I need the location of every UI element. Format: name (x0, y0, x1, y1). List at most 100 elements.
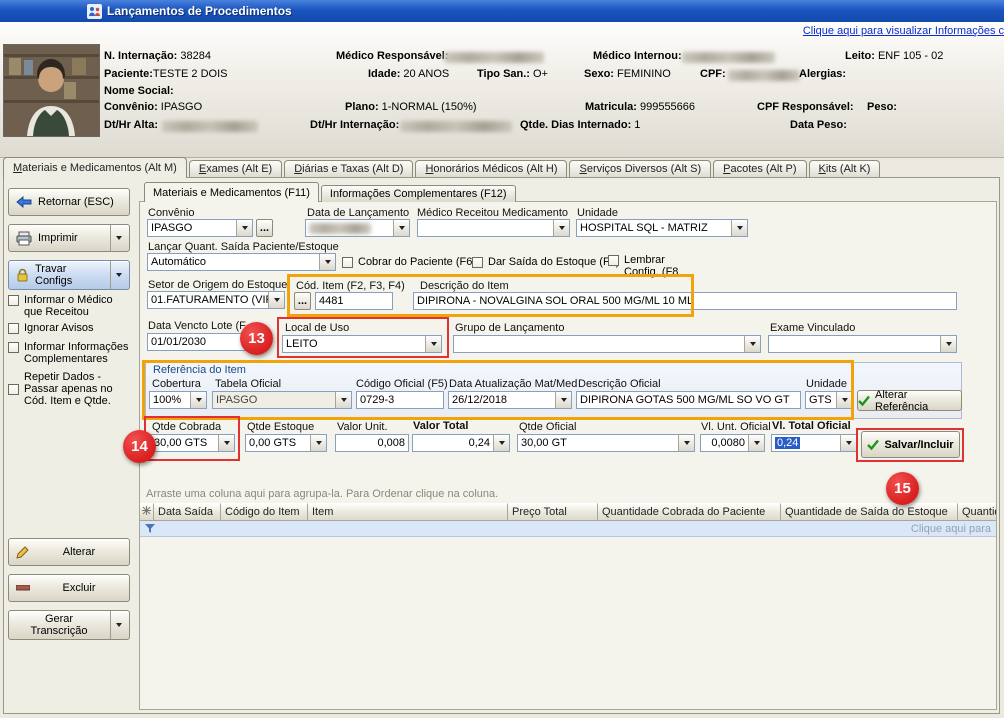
tab-honorarios-medicos[interactable]: Honorários Médicos (Alt H) (415, 160, 567, 178)
grid-col-preco-total[interactable]: Preço Total (508, 503, 598, 521)
grupo-lancamento-label: Grupo de Lançamento (455, 322, 564, 334)
tab-materiais-medicamentos[interactable]: Materiais e Medicamentos (Alt M) (3, 157, 187, 178)
valor-total-select[interactable]: 0,24 (412, 434, 510, 452)
descricao-oficial-input[interactable]: DIPIRONA GOTAS 500 MG/ML SO VO GT (576, 391, 801, 409)
data-atualizacao-label: Data Atualização Mat/Med (449, 378, 577, 390)
window-title: Lançamentos de Procedimentos (107, 4, 292, 18)
chevron-down-icon[interactable] (493, 435, 509, 451)
checkbox-cobrar-paciente[interactable]: Cobrar do Paciente (F6) (342, 256, 476, 268)
retornar-button[interactable]: Retornar (ESC) (8, 188, 130, 216)
local-uso-select[interactable]: LEITO (282, 335, 442, 353)
tab-pacotes[interactable]: Pacotes (Alt P) (713, 160, 806, 178)
tab-exames[interactable]: Exames (Alt E) (189, 160, 282, 178)
filter-icon[interactable] (145, 524, 155, 533)
cod-item-input[interactable]: 4481 (315, 292, 393, 310)
exame-vinculado-select[interactable] (768, 335, 957, 353)
checkbox-lembrar-config[interactable]: Lembrar Config. (F8 (608, 254, 698, 278)
chevron-down-icon[interactable] (310, 435, 326, 451)
cod-item-browse-button[interactable]: ... (294, 292, 311, 310)
checkbox-dar-saida[interactable]: Dar Saída do Estoque (F7) (472, 256, 619, 268)
qtde-estoque-select[interactable]: 0,00 GTS (245, 434, 327, 452)
chevron-down-icon[interactable] (335, 392, 351, 408)
annotation-step-15: 15 (886, 472, 919, 505)
checkbox-ignorar-avisos-box[interactable] (8, 323, 19, 334)
qtde-oficial-select[interactable]: 30,00 GT (517, 434, 695, 452)
tab-servicos-diversos[interactable]: Serviços Diversos (Alt S) (569, 160, 711, 178)
checkbox-cobrar-paciente-box[interactable] (342, 257, 353, 268)
vl-total-oficial-input[interactable]: 0,24 (771, 434, 857, 452)
checkbox-lembrar-config-box[interactable] (608, 255, 619, 266)
gerar-transcricao-dropdown-arrow[interactable] (110, 611, 122, 639)
tab-materiais-f11[interactable]: Materiais e Medicamentos (F11) (144, 182, 319, 202)
chevron-down-icon[interactable] (731, 220, 747, 236)
data-atualizacao-select[interactable]: 26/12/2018 (448, 391, 572, 409)
chevron-down-icon[interactable] (190, 392, 206, 408)
grid-corner-icon[interactable] (140, 503, 154, 521)
chevron-down-icon[interactable] (393, 220, 409, 236)
codigo-oficial-input[interactable]: 0729-3 (356, 391, 444, 409)
descricao-item-input[interactable]: DIPIRONA - NOVALGINA SOL ORAL 500 MG/ML … (413, 292, 957, 310)
convenio-browse-button[interactable]: ... (256, 219, 273, 237)
field-dthr-internacao: Dt/Hr Internação: (310, 119, 399, 131)
convenio-select[interactable]: IPASGO (147, 219, 253, 237)
grupo-lancamento-select[interactable] (453, 335, 761, 353)
imprimir-button[interactable]: Imprimir (8, 224, 130, 252)
chevron-down-icon[interactable] (425, 336, 441, 352)
grid-col-data-saida[interactable]: Data Saída (154, 503, 221, 521)
checkbox-informar-medico-box[interactable] (8, 295, 19, 306)
checkbox-informar-informacoes[interactable]: Informar Informações Complementares (8, 341, 130, 365)
alterar-button[interactable]: Alterar (8, 538, 130, 566)
data-vencto-input[interactable]: 01/01/2030 (147, 333, 247, 351)
chevron-down-icon[interactable] (268, 292, 284, 308)
checkbox-repetir-dados[interactable]: Repetir Dados - Passar apenas no Cód. It… (8, 371, 130, 407)
tabela-oficial-select[interactable]: IPASGO (212, 391, 352, 409)
medico-receitou-select[interactable] (417, 219, 570, 237)
unidade-oficial-select[interactable]: GTS (805, 391, 853, 409)
setor-origem-select[interactable]: 01.FATURAMENTO (VIRT (147, 291, 285, 309)
salvar-incluir-button[interactable]: Salvar/Incluir (861, 431, 960, 458)
grid-col-qtd-sa[interactable]: Quantidade de Sa (958, 503, 996, 521)
travar-configs-button[interactable]: Travar Configs (8, 260, 130, 290)
travar-configs-dropdown-arrow[interactable] (110, 261, 122, 289)
vl-unt-oficial-select[interactable]: 0,0080 (700, 434, 765, 452)
chevron-down-icon[interactable] (840, 435, 856, 451)
informacoes-link[interactable]: Clique aqui para visualizar Informações … (803, 25, 1004, 37)
chevron-down-icon[interactable] (555, 392, 571, 408)
chevron-down-icon[interactable] (319, 254, 335, 270)
inner-tab-bar: Materiais e Medicamentos (F11) Informaçõ… (144, 182, 518, 202)
chevron-down-icon[interactable] (218, 435, 234, 451)
checkbox-dar-saida-box[interactable] (472, 257, 483, 268)
checkbox-informar-medico[interactable]: Informar o Médico que Receitou (8, 294, 130, 318)
chevron-down-icon[interactable] (748, 435, 764, 451)
grid-col-qtd-cobrada[interactable]: Quantidade Cobrada do Paciente (598, 503, 781, 521)
checkbox-ignorar-avisos[interactable]: Ignorar Avisos (8, 322, 130, 334)
chevron-down-icon[interactable] (678, 435, 694, 451)
valor-unit-input[interactable]: 0,008 (335, 434, 409, 452)
chevron-down-icon[interactable] (836, 392, 852, 408)
checkbox-repetir-dados-box[interactable] (8, 384, 19, 395)
chevron-down-icon[interactable] (236, 220, 252, 236)
tab-informacoes-f12[interactable]: Informações Complementares (F12) (321, 185, 516, 202)
tab-diarias-taxas[interactable]: Diárias e Taxas (Alt D) (284, 160, 413, 178)
grid-col-codigo-item[interactable]: Código do Item (221, 503, 308, 521)
chevron-down-icon[interactable] (744, 336, 760, 352)
grid-col-item[interactable]: Item (308, 503, 508, 521)
lancar-quant-select[interactable]: Automático (147, 253, 336, 271)
checkbox-informar-informacoes-box[interactable] (8, 342, 19, 353)
unidade-select[interactable]: HOSPITAL SQL - MATRIZ (576, 219, 748, 237)
tab-kits[interactable]: Kits (Alt K) (809, 160, 881, 178)
chevron-down-icon[interactable] (553, 220, 569, 236)
excluir-button[interactable]: Excluir (8, 574, 130, 602)
cobertura-select[interactable]: 100% (149, 391, 207, 409)
referencia-title: Referência do Item (153, 364, 246, 376)
data-lancamento-select[interactable] (305, 219, 410, 237)
grid-group-panel: Arraste uma coluna aqui para agrupa-la. … (146, 488, 498, 500)
field-nome-social: Nome Social: (104, 85, 174, 97)
qtde-cobrada-select[interactable]: 30,00 GTS (150, 434, 235, 452)
alterar-referencia-button[interactable]: Alterar Referência (857, 390, 962, 411)
chevron-down-icon[interactable] (940, 336, 956, 352)
grid-filter-row[interactable]: Clique aqui para (140, 521, 996, 537)
imprimir-dropdown-arrow[interactable] (110, 225, 122, 251)
gerar-transcricao-button[interactable]: Gerar Transcrição (8, 610, 130, 640)
grid-col-qtd-saida-estoque[interactable]: Quantidade de Saída do Estoque (781, 503, 958, 521)
